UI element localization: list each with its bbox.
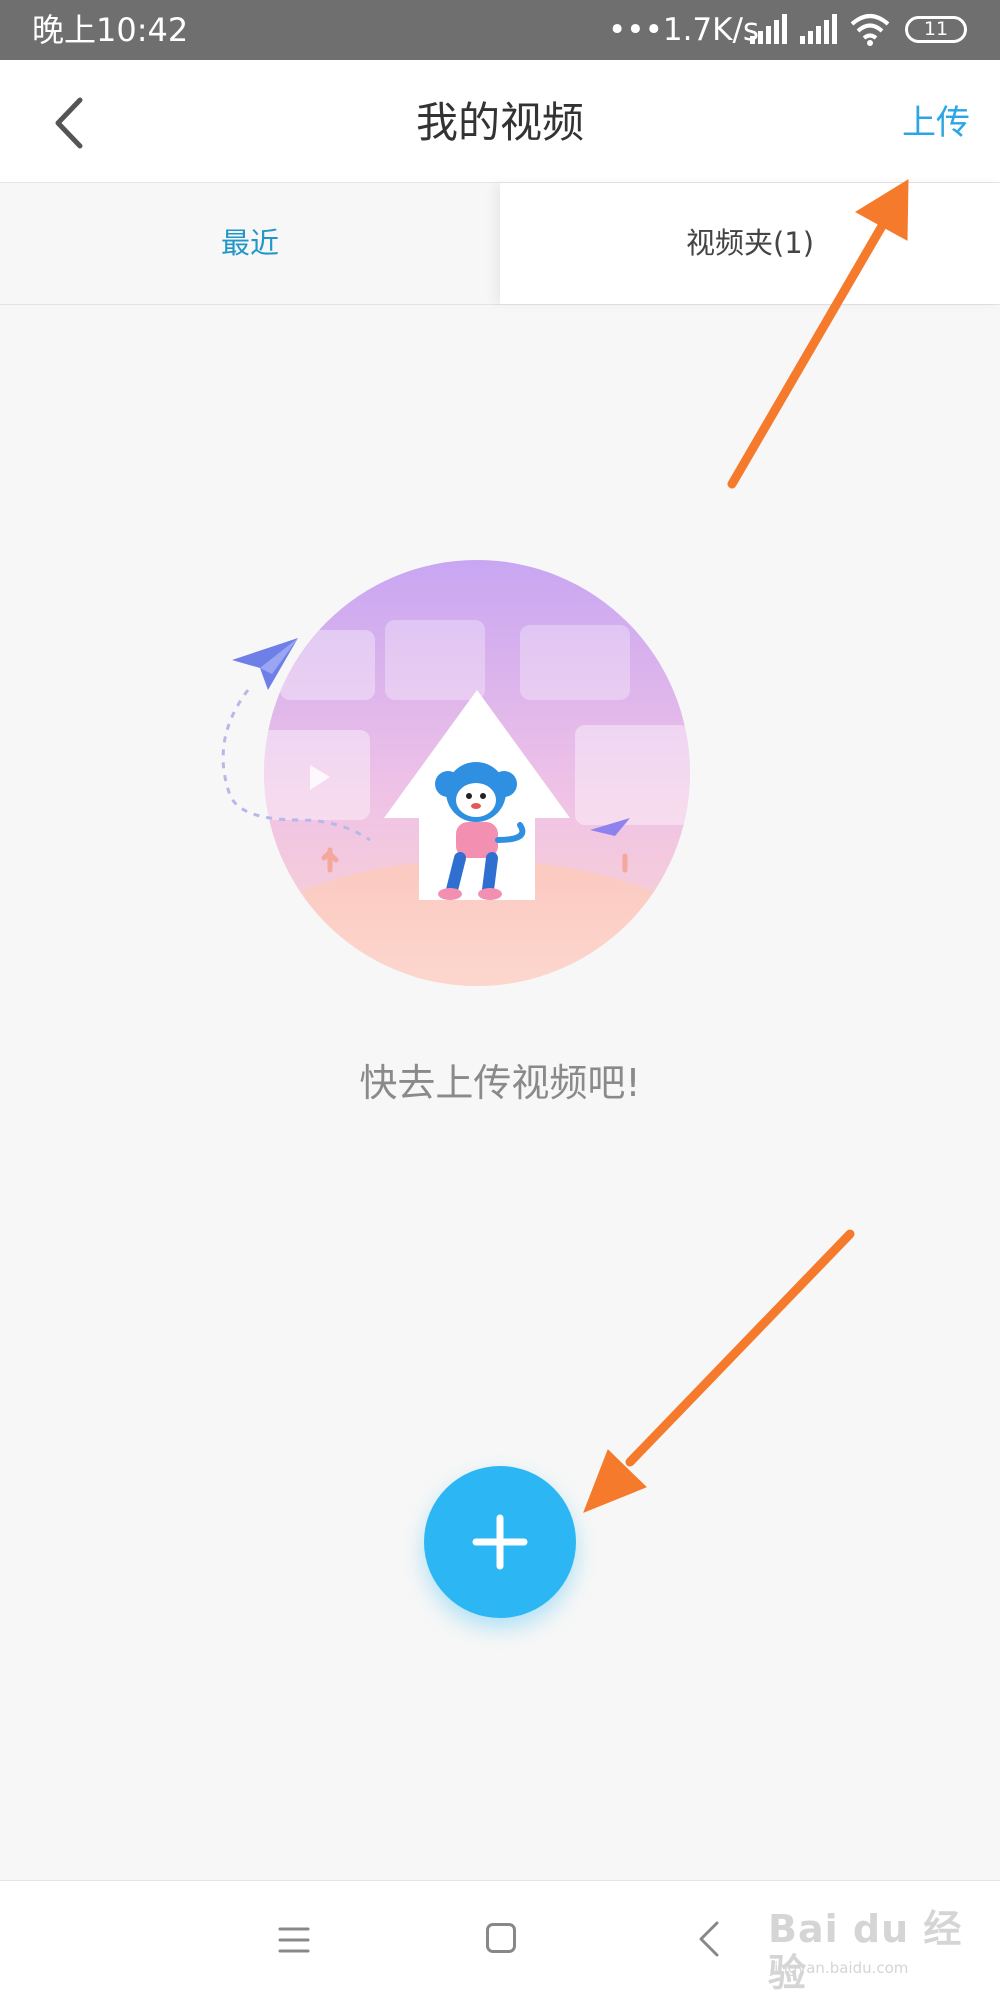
empty-state-illustration bbox=[221, 560, 690, 986]
nav-back-icon[interactable] bbox=[697, 1919, 721, 1959]
home-icon[interactable] bbox=[486, 1923, 516, 1953]
watermark-url: jingyan.baidu.com bbox=[770, 1959, 909, 1977]
network-speed: •••1.7K/s bbox=[608, 12, 760, 48]
plus-icon bbox=[472, 1514, 528, 1570]
annotation-arrow-add bbox=[583, 1229, 855, 1513]
tab-recent[interactable]: 最近 bbox=[0, 183, 500, 304]
battery-icon: 11 bbox=[905, 16, 967, 43]
empty-state-message: 快去上传视频吧! bbox=[359, 1061, 641, 1105]
battery-level: 11 bbox=[923, 18, 949, 40]
system-nav-bar: Bai du 经验 jingyan.baidu.com bbox=[0, 1880, 1000, 2000]
baidu-jingyan-watermark: Bai du 经验 jingyan.baidu.com bbox=[768, 1905, 988, 1995]
tab-bar: 最近 视频夹(1) bbox=[0, 183, 1000, 305]
menu-icon[interactable] bbox=[278, 1925, 310, 1955]
status-time: 晚上10:42 bbox=[32, 11, 189, 49]
add-video-button[interactable] bbox=[424, 1466, 576, 1618]
page-title: 我的视频 bbox=[415, 98, 584, 147]
app-header: 我的视频 上传 bbox=[0, 60, 1000, 183]
signal-icon-2 bbox=[800, 14, 837, 44]
wifi-icon bbox=[850, 14, 890, 46]
watermark-brand: Bai du 经验 bbox=[768, 1907, 963, 1995]
tab-video-folder[interactable]: 视频夹(1) bbox=[500, 183, 1000, 304]
signal-icon bbox=[750, 14, 787, 44]
upload-button[interactable]: 上传 bbox=[902, 100, 970, 146]
status-bar: 晚上10:42 •••1.7K/s 11 bbox=[0, 0, 1000, 60]
